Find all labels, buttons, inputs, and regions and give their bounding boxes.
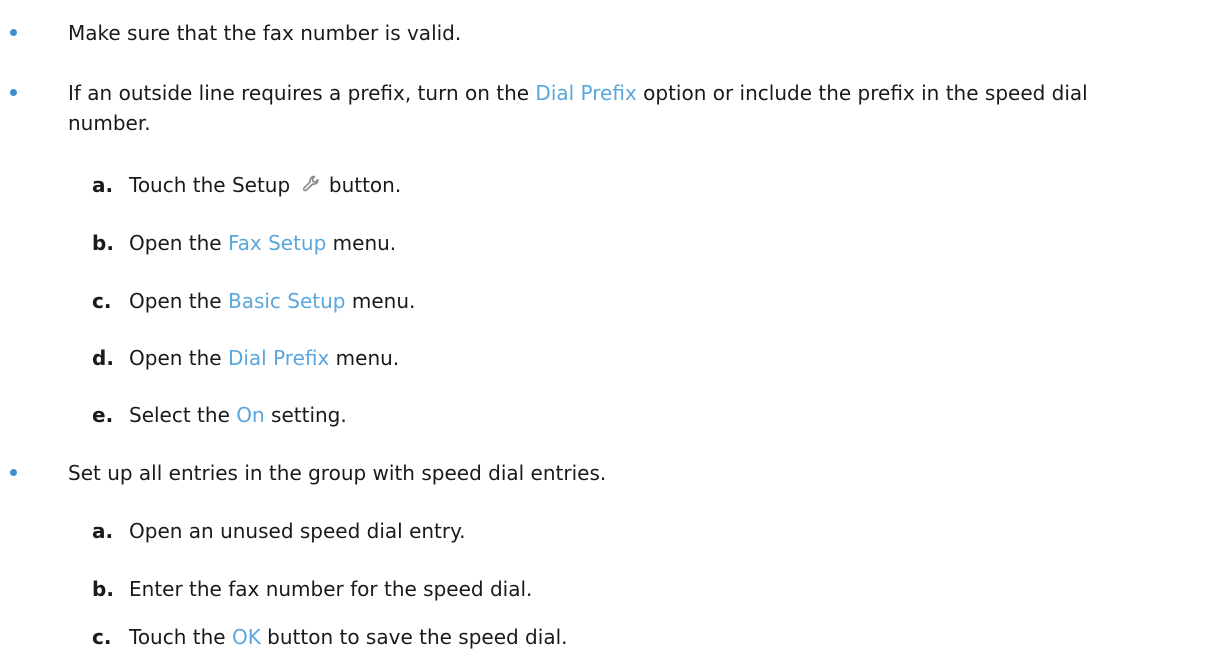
basic-setup-menu-label: Basic Setup [227,289,346,313]
bullet-dot [10,29,17,36]
ok-button-label: OK [231,625,261,649]
step-text: Enter the fax number for the speed dial. [129,577,533,601]
step-letter: a. [92,173,114,197]
step-text: Select the On setting. [129,400,347,430]
text-segment: button to save the speed dial. [260,625,568,649]
text-segment: menu. [345,289,416,313]
text-segment: If an outside line requires a prefix, tu… [68,81,536,105]
step-letter: a. [92,519,114,543]
step-d-dial-prefix: d. Open the Dial Prefix menu. [0,343,1206,373]
step-letter: b. [92,231,114,255]
text-segment: Open the [129,346,228,370]
on-setting-label: On [236,403,265,427]
step-c-basic-setup: c. Open the Basic Setup menu. [0,286,1206,316]
text-segment: button. [322,173,402,197]
step-b-enter-fax-number: b. Enter the fax number for the speed di… [0,574,1206,604]
step-letter: c. [92,289,112,313]
text-segment: menu. [326,231,397,255]
text-segment: Touch the Setup [129,173,297,197]
step-text: Touch the OK button to save the speed di… [129,622,567,652]
step-text: Open the Basic Setup menu. [129,286,415,316]
step-letter: b. [92,577,114,601]
step-text: Open an unused speed dial entry. [129,519,466,543]
step-letter: e. [92,403,114,427]
text-segment: Open the [129,231,228,255]
wrench-icon [301,172,321,202]
step-c-touch-ok: c. Touch the OK button to save the speed… [0,622,1206,652]
step-letter: c. [92,625,112,649]
step-e-select-on: e. Select the On setting. [0,400,1206,430]
dial-prefix-menu-label: Dial Prefix [227,346,330,370]
step-text: Open the Dial Prefix menu. [129,343,399,373]
fax-setup-menu-label: Fax Setup [227,231,327,255]
dial-prefix-option-label: Dial Prefix [535,81,637,105]
text-segment: Select the [129,403,237,427]
document-page: Make sure that the fax number is valid. … [0,0,1206,658]
step-letter: d. [92,346,114,370]
bullet-dot [10,469,17,476]
bullet-dot [10,89,17,96]
text-segment: setting. [264,403,347,427]
step-b-fax-setup: b. Open the Fax Setup menu. [0,228,1206,258]
text-segment: menu. [329,346,400,370]
bullet-text: If an outside line requires a prefix, tu… [68,78,1118,138]
step-a-touch-setup: a. Touch the Setup button. [0,170,1206,200]
bullet-text: Make sure that the fax number is valid. [68,21,462,45]
text-segment: Open the [129,289,228,313]
step-a-open-unused: a. Open an unused speed dial entry. [0,516,1206,546]
step-text: Touch the Setup button. [129,170,401,202]
bullet-text: Set up all entries in the group with spe… [68,461,607,485]
text-segment: Touch the [129,625,232,649]
step-text: Open the Fax Setup menu. [129,228,396,258]
